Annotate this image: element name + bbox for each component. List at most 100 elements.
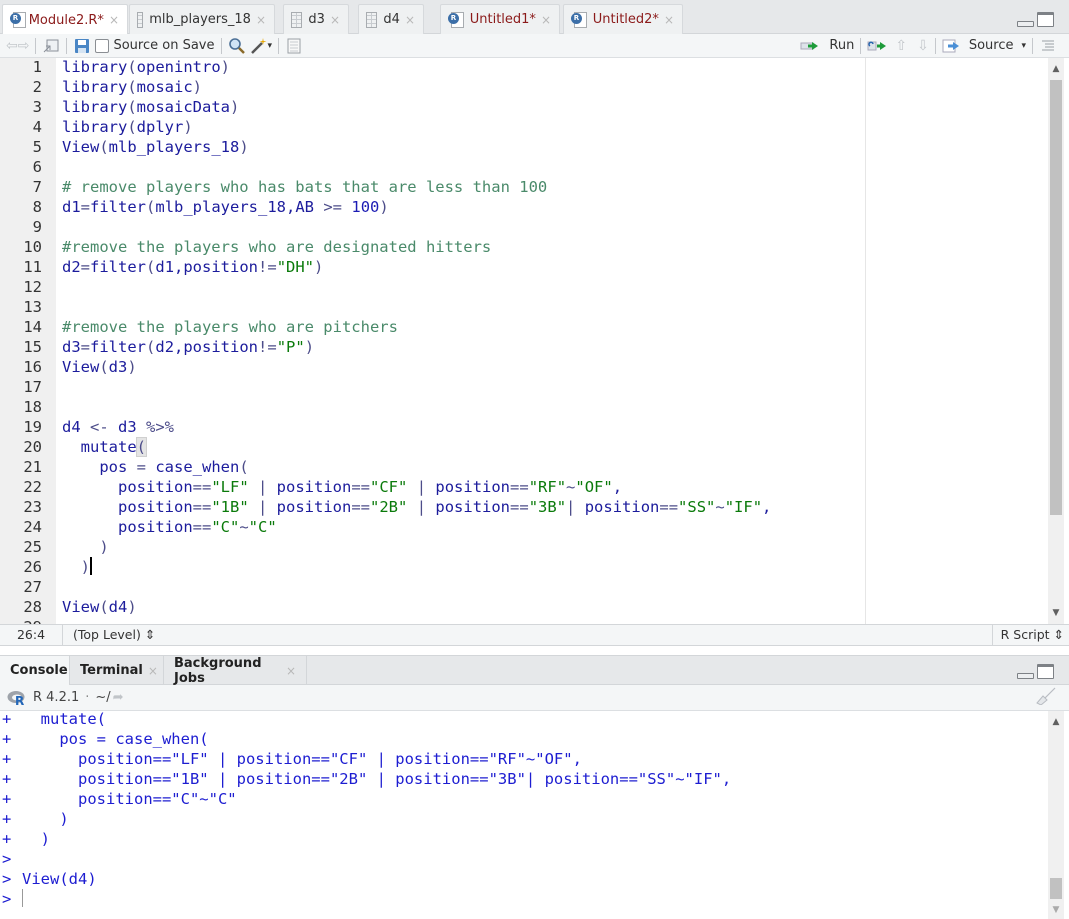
- code-line[interactable]: 7 # remove players who has bats that are …: [0, 177, 860, 197]
- code-line[interactable]: 15 d3=filter(d2,position!="P"): [0, 337, 860, 357]
- close-icon[interactable]: ×: [109, 13, 119, 27]
- code-line[interactable]: 3 library(mosaicData): [0, 97, 860, 117]
- code-text: # remove players who has bats that are l…: [62, 177, 547, 197]
- code-line[interactable]: 17: [0, 377, 860, 397]
- tab-mlb-players-18[interactable]: mlb_players_18 ×: [129, 4, 275, 34]
- compile-report-icon[interactable]: [285, 37, 303, 55]
- go-to-directory-icon[interactable]: ➦: [113, 690, 124, 705]
- close-icon[interactable]: ×: [330, 13, 340, 27]
- code-line[interactable]: 21 pos = case_when(: [0, 457, 860, 477]
- code-line[interactable]: 13: [0, 297, 860, 317]
- code-tools-wand-icon[interactable]: [250, 37, 268, 55]
- editor-scrollbar[interactable]: ▲ ▼: [1048, 58, 1064, 624]
- tab-d3[interactable]: d3 ×: [283, 4, 349, 34]
- code-line[interactable]: 26 ): [0, 557, 860, 577]
- search-icon[interactable]: [228, 37, 246, 55]
- code-line[interactable]: 27: [0, 577, 860, 597]
- tab-console[interactable]: Console: [0, 656, 70, 685]
- line-number: 13: [23, 298, 42, 316]
- scroll-down-arrow-icon[interactable]: ▼: [1048, 606, 1064, 620]
- code-line[interactable]: 20 mutate(: [0, 437, 860, 457]
- source-on-save-checkbox[interactable]: [95, 38, 110, 53]
- scroll-up-arrow-icon[interactable]: ▲: [1048, 715, 1064, 729]
- close-icon[interactable]: ×: [405, 13, 415, 27]
- code-line[interactable]: 19 d4 <- d3 %>%: [0, 417, 860, 437]
- scroll-down-arrow-icon[interactable]: ▼: [1048, 903, 1064, 917]
- code-line[interactable]: 4 library(dplyr): [0, 117, 860, 137]
- close-icon[interactable]: ×: [256, 13, 266, 27]
- go-to-next-section-icon[interactable]: ⇩: [917, 35, 929, 57]
- rerun-icon[interactable]: [867, 37, 889, 55]
- code-text: View(mlb_players_18): [62, 137, 249, 157]
- code-line[interactable]: 1 library(openintro): [0, 58, 860, 77]
- tab-untitled1[interactable]: R Untitled1* ×: [440, 4, 560, 34]
- scroll-up-arrow-icon[interactable]: ▲: [1048, 62, 1064, 76]
- clear-console-broom-icon[interactable]: [1033, 687, 1057, 709]
- source-on-save-toggle[interactable]: Source on Save: [95, 35, 215, 57]
- close-icon[interactable]: ×: [664, 13, 674, 27]
- close-icon[interactable]: ×: [148, 664, 158, 678]
- tab-untitled2[interactable]: R Untitled2* ×: [563, 4, 683, 34]
- code-token: mutate: [62, 438, 137, 456]
- code-line[interactable]: 6: [0, 157, 860, 177]
- back-arrow-icon[interactable]: ⇦: [6, 35, 18, 57]
- code-line[interactable]: 16 View(d3): [0, 357, 860, 377]
- document-outline-icon[interactable]: [1039, 37, 1057, 55]
- show-in-new-window-icon[interactable]: [42, 37, 60, 55]
- code-token: case_when: [146, 458, 240, 476]
- code-token: ,: [612, 478, 623, 496]
- line-number: 19: [23, 418, 42, 436]
- code-token: ): [220, 58, 231, 76]
- console-prompt: >: [2, 870, 12, 888]
- tab-d4[interactable]: d4 ×: [358, 4, 424, 34]
- line-number: 10: [23, 238, 42, 256]
- maximize-pane-button[interactable]: [1037, 12, 1054, 27]
- code-line[interactable]: 22 position=="LF" | position=="CF" | pos…: [0, 477, 860, 497]
- code-line[interactable]: 12: [0, 277, 860, 297]
- code-editor[interactable]: 1 library(openintro) 2 library(mosaic) 3 libr…: [0, 58, 1069, 624]
- console-scrollbar-thumb[interactable]: [1050, 878, 1062, 899]
- code-tools-dropdown[interactable]: ▾: [268, 35, 273, 57]
- code-token: =: [80, 198, 91, 216]
- console-output[interactable]: + mutate(+ pos = case_when(+ position=="…: [0, 711, 1069, 919]
- code-line[interactable]: 5 View(mlb_players_18): [0, 137, 860, 157]
- code-line[interactable]: 29: [0, 617, 860, 624]
- line-number: 2: [32, 78, 42, 96]
- code-line[interactable]: 10 #remove the players who are designated…: [0, 237, 860, 257]
- go-to-previous-section-icon[interactable]: ⇧: [895, 35, 907, 57]
- code-line[interactable]: 8 d1=filter(mlb_players_18,AB >= 100): [0, 197, 860, 217]
- code-line[interactable]: 18: [0, 397, 860, 417]
- console-scrollbar[interactable]: ▲ ▼: [1048, 711, 1064, 919]
- code-line[interactable]: 2 library(mosaic): [0, 77, 860, 97]
- code-line[interactable]: 25 ): [0, 537, 860, 557]
- tab-module2-r[interactable]: R Module2.R* ×: [2, 4, 128, 35]
- code-line[interactable]: 28 View(d4): [0, 597, 860, 617]
- run-button[interactable]: Run: [800, 35, 854, 57]
- close-icon[interactable]: ×: [286, 664, 296, 678]
- minimize-pane-button[interactable]: [1017, 21, 1034, 27]
- minimize-pane-button[interactable]: [1017, 673, 1034, 679]
- maximize-pane-button[interactable]: [1037, 664, 1054, 679]
- console-input-cursor[interactable]: [22, 889, 23, 907]
- code-token: ==: [510, 478, 529, 496]
- code-line[interactable]: 14 #remove the players who are pitchers: [0, 317, 860, 337]
- source-dropdown[interactable]: ▾: [1021, 35, 1026, 57]
- source-button[interactable]: Source: [942, 35, 1013, 57]
- save-icon[interactable]: [73, 37, 91, 55]
- working-directory[interactable]: ~/: [95, 690, 110, 705]
- code-token: |: [416, 478, 427, 496]
- editor-scrollbar-thumb[interactable]: [1050, 80, 1062, 515]
- close-icon[interactable]: ×: [541, 13, 551, 27]
- code-line[interactable]: 11 d2=filter(d1,position!="DH"): [0, 257, 860, 277]
- forward-arrow-icon[interactable]: ⇨: [18, 35, 30, 57]
- code-line[interactable]: 24 position=="C"~"C": [0, 517, 860, 537]
- tab-terminal[interactable]: Terminal ×: [70, 656, 164, 685]
- code-line[interactable]: 9: [0, 217, 860, 237]
- file-type-selector[interactable]: R Script ⇕: [991, 625, 1064, 645]
- console-tab-bar: Console Terminal × Background Jobs ×: [0, 655, 1069, 686]
- code-token: |: [566, 498, 576, 516]
- code-token: (: [127, 98, 137, 116]
- scope-selector[interactable]: (Top Level) ⇕: [73, 625, 155, 645]
- tab-background-jobs[interactable]: Background Jobs ×: [164, 656, 307, 686]
- code-line[interactable]: 23 position=="1B" | position=="2B" | pos…: [0, 497, 860, 517]
